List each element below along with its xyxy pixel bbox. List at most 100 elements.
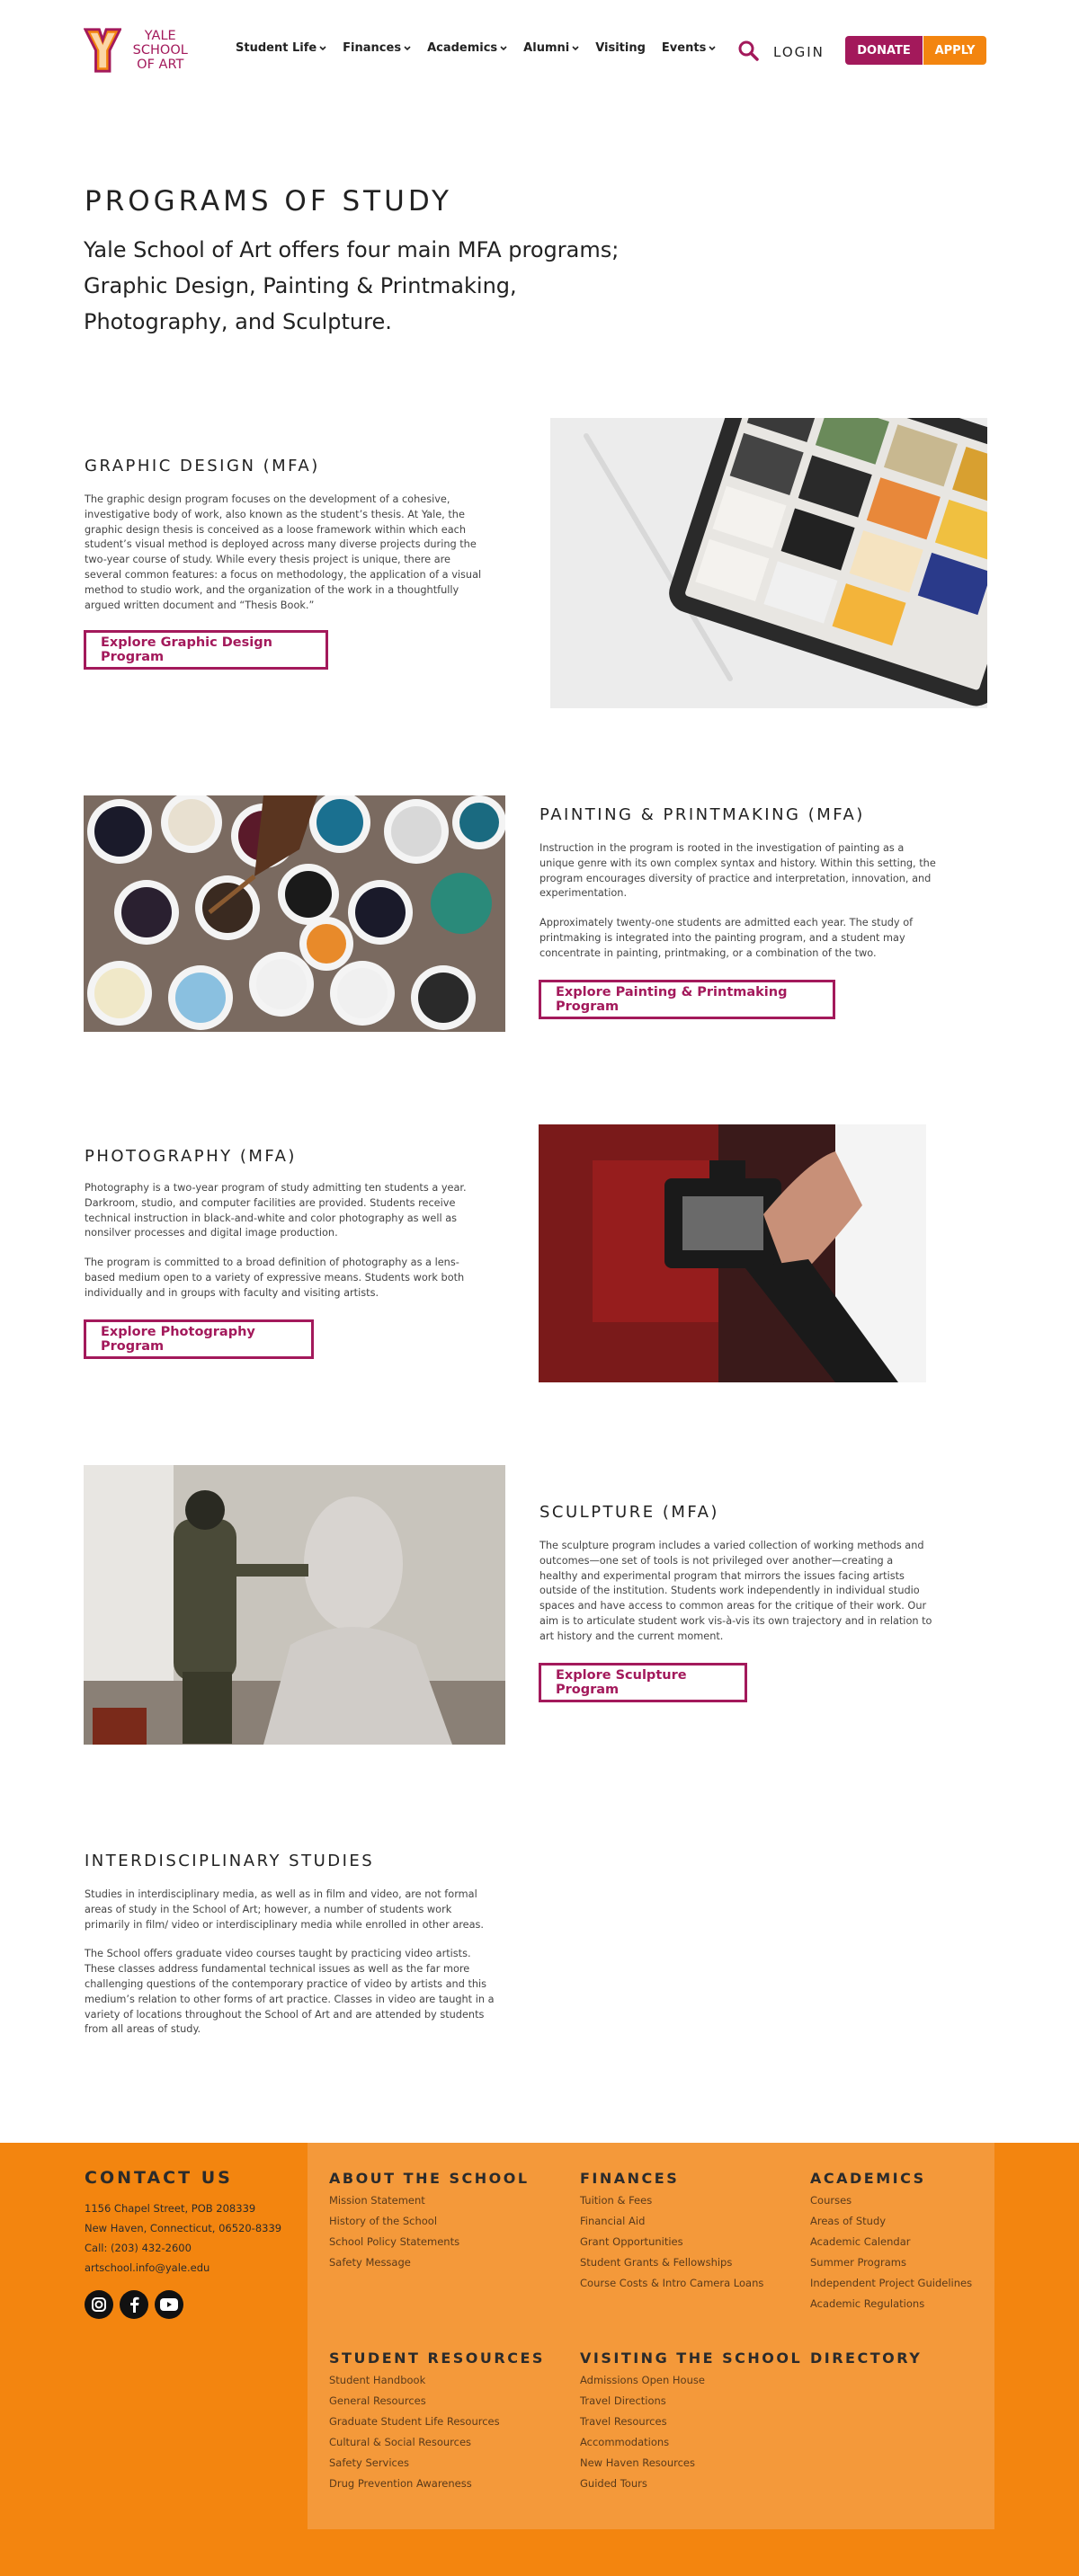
section-body-interdisciplinary: Studies in interdisciplinary media, as w… bbox=[85, 1888, 500, 2038]
footer-col-title-finances: FINANCES bbox=[580, 2170, 680, 2187]
logo-line: YALE bbox=[144, 29, 176, 43]
footer-link[interactable]: Academic Calendar bbox=[810, 2235, 911, 2248]
section-body-graphic-design: The graphic design program focuses on th… bbox=[85, 493, 489, 613]
section-title-graphic-design: GRAPHIC DESIGN (MFA) bbox=[85, 457, 320, 475]
nav-item-finances[interactable]: Finances bbox=[343, 41, 411, 55]
footer-link[interactable]: Student Handbook bbox=[329, 2374, 425, 2386]
section-body-painting-printmaking: Instruction in the program is rooted in … bbox=[540, 841, 939, 962]
graphic-design-image bbox=[550, 418, 987, 708]
chevron-down-icon bbox=[709, 45, 716, 50]
explore-graphic-design-button[interactable]: Explore Graphic Design Program bbox=[84, 630, 328, 670]
login-link[interactable]: LOGIN bbox=[773, 44, 825, 60]
footer-link[interactable]: Cultural & Social Resources bbox=[329, 2436, 471, 2448]
footer-link[interactable]: Mission Statement bbox=[329, 2194, 425, 2207]
footer-link[interactable]: Summer Programs bbox=[810, 2256, 906, 2269]
section-title-interdisciplinary: INTERDISCIPLINARY STUDIES bbox=[85, 1852, 375, 1870]
footer-link[interactable]: Courses bbox=[810, 2194, 852, 2207]
logo-line: OF ART bbox=[137, 58, 184, 72]
nav-item-visiting[interactable]: Visiting bbox=[595, 41, 646, 55]
section-body-photography: Photography is a two-year program of stu… bbox=[85, 1181, 486, 1301]
nav-label: Alumni bbox=[523, 41, 570, 55]
chevron-down-icon bbox=[572, 45, 579, 50]
footer-link[interactable]: Safety Message bbox=[329, 2256, 411, 2269]
paragraph: Instruction in the program is rooted in … bbox=[540, 842, 936, 900]
chevron-down-icon bbox=[500, 45, 507, 50]
footer-col-title-student-resources: STUDENT RESOURCES bbox=[329, 2349, 545, 2367]
footer-link[interactable]: General Resources bbox=[329, 2394, 426, 2407]
instagram-icon[interactable] bbox=[85, 2290, 113, 2319]
youtube-glyph bbox=[160, 2298, 178, 2311]
paint-cans-illustration bbox=[84, 795, 505, 1032]
nav-item-student-life[interactable]: Student Life bbox=[236, 41, 326, 55]
footer-email[interactable]: artschool.info@yale.edu bbox=[85, 2261, 210, 2274]
logo-text: YALE SCHOOL OF ART bbox=[129, 29, 192, 72]
footer-phone[interactable]: Call: (203) 432-2600 bbox=[85, 2242, 192, 2254]
footer-link[interactable]: School Policy Statements bbox=[329, 2235, 459, 2248]
logo-y-mark-icon bbox=[84, 28, 122, 73]
footer-link[interactable]: Financial Aid bbox=[580, 2215, 645, 2227]
site-header: YALE SCHOOL OF ART Student Life Finances… bbox=[0, 0, 1079, 101]
explore-sculpture-button[interactable]: Explore Sculpture Program bbox=[539, 1663, 747, 1702]
facebook-glyph bbox=[130, 2296, 139, 2313]
footer-link[interactable]: Admissions Open House bbox=[580, 2374, 705, 2386]
paragraph: Approximately twenty-one students are ad… bbox=[540, 917, 914, 959]
paragraph: Photography is a two-year program of stu… bbox=[85, 1182, 467, 1239]
footer-link[interactable]: History of the School bbox=[329, 2215, 437, 2227]
footer-link[interactable]: Academic Regulations bbox=[810, 2297, 924, 2310]
footer-contact-title: CONTACT US bbox=[85, 2168, 233, 2188]
explore-painting-printmaking-button[interactable]: Explore Painting & Printmaking Program bbox=[539, 980, 835, 1019]
chevron-down-icon bbox=[319, 45, 326, 50]
camera-illustration bbox=[539, 1124, 926, 1382]
footer-link[interactable]: Grant Opportunities bbox=[580, 2235, 683, 2248]
footer-link[interactable]: Travel Directions bbox=[580, 2394, 666, 2407]
nav-label: Student Life bbox=[236, 41, 317, 55]
apply-button[interactable]: APPLY bbox=[923, 36, 986, 65]
paragraph: The School offers graduate video courses… bbox=[85, 1948, 495, 2036]
sculptor-illustration bbox=[84, 1465, 505, 1745]
footer-link[interactable]: Course Costs & Intro Camera Loans bbox=[580, 2277, 763, 2289]
nav-label: Events bbox=[661, 41, 707, 55]
section-title-sculpture: SCULPTURE (MFA) bbox=[540, 1503, 719, 1522]
search-icon[interactable] bbox=[737, 40, 759, 61]
nav-label: Visiting bbox=[595, 41, 646, 55]
footer-link[interactable]: Areas of Study bbox=[810, 2215, 886, 2227]
sculpture-image bbox=[84, 1465, 505, 1745]
footer-link[interactable]: Graduate Student Life Resources bbox=[329, 2415, 500, 2428]
footer-link[interactable]: Guided Tours bbox=[580, 2477, 647, 2490]
youtube-icon[interactable] bbox=[155, 2290, 183, 2319]
tablet-illustration bbox=[550, 418, 987, 708]
paragraph: The program is committed to a broad defi… bbox=[85, 1257, 465, 1299]
footer-col-title-directory[interactable]: DIRECTORY bbox=[810, 2349, 922, 2367]
footer-link[interactable]: Drug Prevention Awareness bbox=[329, 2477, 472, 2490]
nav-label: Finances bbox=[343, 41, 402, 55]
explore-photography-button[interactable]: Explore Photography Program bbox=[84, 1319, 314, 1359]
painting-image bbox=[84, 795, 505, 1032]
footer-address-line: New Haven, Connecticut, 06520-8339 bbox=[85, 2222, 282, 2234]
footer-link[interactable]: Safety Services bbox=[329, 2456, 409, 2469]
footer-link[interactable]: New Haven Resources bbox=[580, 2456, 695, 2469]
footer-link[interactable]: Student Grants & Fellowships bbox=[580, 2256, 732, 2269]
donate-button[interactable]: DONATE bbox=[845, 36, 923, 65]
footer-link[interactable]: Independent Project Guidelines bbox=[810, 2277, 972, 2289]
nav-label: Academics bbox=[427, 41, 498, 55]
section-body-sculpture: The sculpture program includes a varied … bbox=[540, 1539, 933, 1645]
footer-address-line: 1156 Chapel Street, POB 208339 bbox=[85, 2202, 256, 2215]
section-title-painting-printmaking: PAINTING & PRINTMAKING (MFA) bbox=[540, 805, 865, 824]
intro-text: Yale School of Art offers four main MFA … bbox=[84, 237, 620, 334]
main-nav: Student Life Finances Academics Alumni V… bbox=[236, 41, 732, 55]
page-title: PROGRAMS OF STUDY bbox=[85, 185, 452, 218]
instagram-glyph bbox=[92, 2297, 106, 2312]
footer-link[interactable]: Travel Resources bbox=[580, 2415, 667, 2428]
section-title-photography: PHOTOGRAPHY (MFA) bbox=[85, 1147, 297, 1166]
logo-line: SCHOOL bbox=[132, 43, 188, 58]
yale-school-of-art-logo[interactable]: YALE SCHOOL OF ART bbox=[84, 27, 192, 74]
paragraph: Studies in interdisciplinary media, as w… bbox=[85, 1888, 484, 1931]
nav-item-academics[interactable]: Academics bbox=[427, 41, 507, 55]
footer-link[interactable]: Accommodations bbox=[580, 2436, 669, 2448]
facebook-icon[interactable] bbox=[120, 2290, 148, 2319]
photography-image bbox=[539, 1124, 926, 1382]
footer-col-title-about: ABOUT THE SCHOOL bbox=[329, 2170, 530, 2187]
footer-link[interactable]: Tuition & Fees bbox=[580, 2194, 652, 2207]
nav-item-events[interactable]: Events bbox=[662, 41, 716, 55]
nav-item-alumni[interactable]: Alumni bbox=[523, 41, 579, 55]
